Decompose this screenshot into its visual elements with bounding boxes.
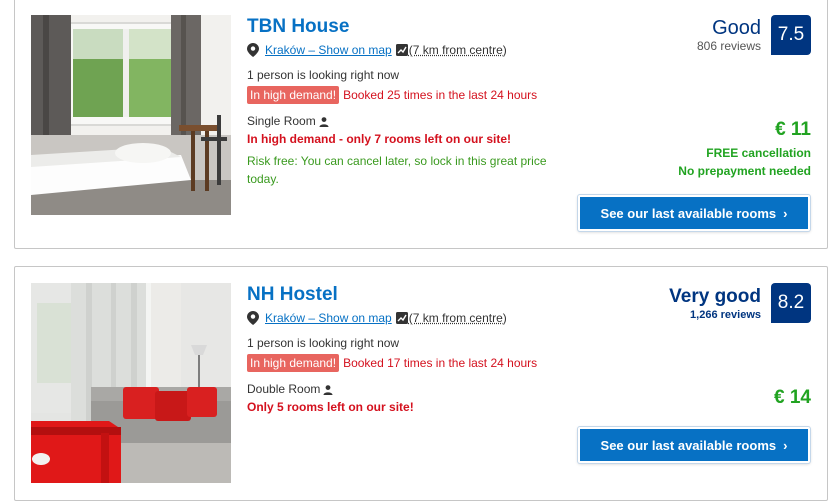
demand-row: In high demand! Booked 17 times in the l…	[247, 354, 567, 372]
chevron-right-icon: ›	[783, 437, 788, 453]
property-card: TBN House Kraków – Show on map (7 km fro…	[14, 0, 828, 249]
property-card: NH Hostel Kraków – Show on map (7 km fro…	[14, 266, 828, 501]
booked-count-text: Booked 17 times in the last 24 hours	[343, 356, 538, 370]
no-prepayment-text: No prepayment needed	[678, 164, 811, 178]
review-count[interactable]: 1,266 reviews	[669, 308, 761, 322]
policy-perks: FREE cancellation No prepayment needed	[678, 144, 811, 180]
review-score-badge[interactable]: 8.2	[771, 283, 811, 323]
chevron-right-icon: ›	[783, 205, 788, 221]
hotel-name-link[interactable]: NH Hostel	[247, 283, 567, 307]
room-type-row: Single Room	[247, 114, 567, 129]
review-summary: Very good 1,266 reviews	[669, 286, 761, 322]
show-on-map-link[interactable]: Kraków – Show on map	[265, 311, 392, 325]
price: € 11	[775, 119, 811, 140]
review-score-badge[interactable]: 7.5	[771, 15, 811, 55]
room-photo-single	[31, 15, 231, 215]
distance-text: (7 km from centre)	[408, 311, 507, 325]
location-row: Kraków – Show on map (7 km from centre)	[247, 310, 567, 326]
review-count[interactable]: 806 reviews	[697, 39, 761, 53]
room-type: Single Room	[247, 114, 316, 128]
rooms-left-alert: Only 5 rooms left on our site!	[247, 400, 414, 414]
property-photo[interactable]	[31, 15, 231, 215]
property-info: NH Hostel Kraków – Show on map (7 km fro…	[247, 283, 567, 415]
room-type-row: Double Room	[247, 382, 567, 397]
see-rooms-button[interactable]: See our last available rooms ›	[578, 427, 810, 463]
distance-text: (7 km from centre)	[408, 43, 507, 57]
booked-count-text: Booked 25 times in the last 24 hours	[343, 88, 538, 102]
see-rooms-button[interactable]: See our last available rooms ›	[578, 195, 810, 231]
score-word: Good	[712, 17, 761, 39]
distance-icon	[395, 44, 408, 56]
free-cancellation-text: FREE cancellation	[706, 146, 811, 160]
room-photo-double	[31, 283, 231, 483]
map-pin-icon	[247, 43, 259, 57]
person-icon	[319, 116, 329, 127]
high-demand-badge: In high demand!	[247, 86, 340, 104]
see-rooms-label: See our last available rooms	[600, 437, 777, 453]
location-row: Kraków – Show on map (7 km from centre)	[247, 42, 567, 58]
price: € 14	[774, 387, 811, 408]
distance-icon	[395, 312, 408, 324]
property-photo[interactable]	[31, 283, 231, 483]
room-type: Double Room	[247, 382, 321, 396]
map-pin-icon	[247, 311, 259, 325]
property-info: TBN House Kraków – Show on map (7 km fro…	[247, 15, 567, 188]
looking-now-text: 1 person is looking right now	[247, 68, 400, 82]
hotel-name-link[interactable]: TBN House	[247, 15, 567, 39]
demand-row: In high demand! Booked 25 times in the l…	[247, 86, 567, 104]
review-summary: Good 806 reviews	[697, 17, 761, 53]
rooms-left-alert: In high demand - only 7 rooms left on ou…	[247, 132, 512, 146]
show-on-map-link[interactable]: Kraków – Show on map	[265, 43, 392, 57]
person-icon	[323, 384, 333, 395]
see-rooms-label: See our last available rooms	[600, 205, 777, 221]
risk-free-text: Risk free: You can cancel later, so lock…	[247, 154, 547, 186]
score-word: Very good	[669, 286, 761, 307]
high-demand-badge: In high demand!	[247, 354, 340, 372]
looking-now-text: 1 person is looking right now	[247, 336, 400, 350]
